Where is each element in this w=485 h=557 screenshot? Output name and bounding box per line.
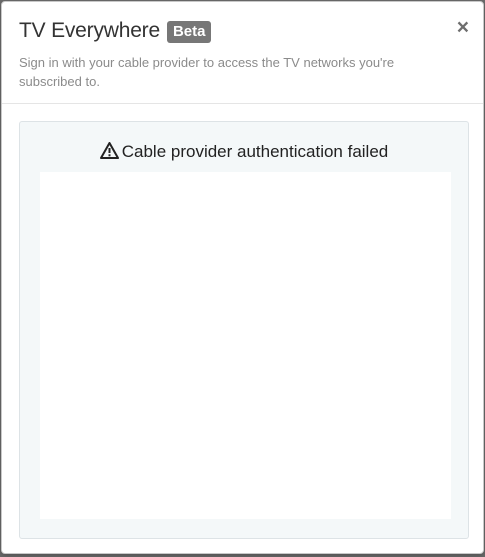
dialog-header: TV Everywhere Beta Sign in with your cab… xyxy=(2,2,483,104)
warning-icon xyxy=(99,142,119,165)
close-button[interactable]: × xyxy=(457,17,469,38)
dialog-body: Cable provider authentication failed xyxy=(19,121,469,539)
provider-login-frame[interactable] xyxy=(40,172,451,519)
dialog-subtitle: Sign in with your cable provider to acce… xyxy=(19,55,395,89)
dialog-title: TV Everywhere xyxy=(19,19,160,42)
beta-badge: Beta xyxy=(166,21,212,43)
error-message: Cable provider authentication failed xyxy=(121,142,389,161)
error-message-row: Cable provider authentication failed xyxy=(20,141,468,165)
title-row: TV Everywhere Beta xyxy=(19,19,467,43)
tv-everywhere-dialog: TV Everywhere Beta Sign in with your cab… xyxy=(1,1,484,554)
